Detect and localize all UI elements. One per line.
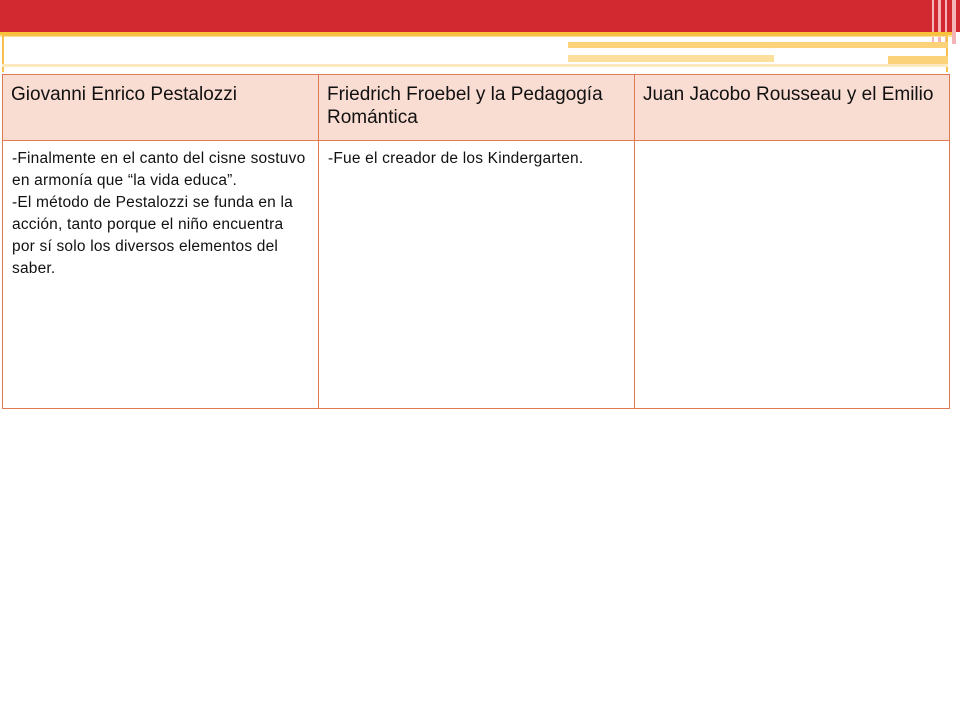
gold-accent-bar xyxy=(888,56,948,64)
table-row: -Finalmente en el canto del cisne sostuv… xyxy=(2,140,950,409)
header-pestalozzi: Giovanni Enrico Pestalozzi xyxy=(2,74,319,141)
gold-accent-bar xyxy=(568,55,774,62)
cell-text: -Fue el creador de los Kindergarten. xyxy=(328,150,584,167)
cell-text: -El método de Pestalozzi se funda en la … xyxy=(12,194,293,277)
comparison-table: Giovanni Enrico Pestalozzi Friedrich Fro… xyxy=(2,74,950,409)
table-header-row: Giovanni Enrico Pestalozzi Friedrich Fro… xyxy=(2,74,950,141)
gold-accent-bar-light xyxy=(2,64,948,67)
header-rousseau: Juan Jacobo Rousseau y el Emilio xyxy=(634,74,950,141)
cell-text: -Finalmente en el canto del cisne sostuv… xyxy=(12,150,306,189)
header-froebel: Friedrich Froebel y la Pedagogía Románti… xyxy=(318,74,635,141)
cell-pestalozzi: -Finalmente en el canto del cisne sostuv… xyxy=(2,140,319,409)
gold-accent-bar xyxy=(568,42,948,48)
accent-gap xyxy=(568,50,888,53)
cell-rousseau xyxy=(634,140,950,409)
top-banner xyxy=(0,0,960,32)
cell-froebel: -Fue el creador de los Kindergarten. xyxy=(318,140,635,409)
